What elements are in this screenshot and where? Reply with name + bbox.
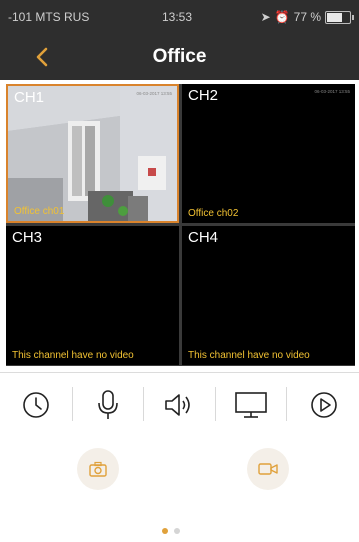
status-bar: -101 MTS RUS 13:53 ➤ ⏰ 77 % xyxy=(0,0,359,34)
channel-tile-ch1[interactable]: 06-03-2017 13:55 CH1 Office ch01 xyxy=(6,84,179,223)
camera-feed-image xyxy=(8,86,177,221)
toolbar-divider xyxy=(72,387,73,421)
top-bar: -101 MTS RUS 13:53 ➤ ⏰ 77 % Office xyxy=(0,0,359,80)
timestamp-overlay: 06-03-2017 13:55 xyxy=(314,89,350,94)
video-camera-icon xyxy=(258,463,278,475)
status-right: ➤ ⏰ 77 % xyxy=(260,10,354,24)
channel-label: CH1 xyxy=(14,89,45,106)
toolbar-divider xyxy=(215,387,216,421)
channel-tile-ch3[interactable]: CH3 This channel have no video xyxy=(6,226,179,365)
channel-tile-ch2[interactable]: 06-03-2017 13:55 CH2 Office ch02 xyxy=(182,84,355,223)
battery-percent: 77 % xyxy=(293,10,321,24)
timestamp-overlay: 06-03-2017 13:55 xyxy=(136,91,172,96)
channel-name: Office ch02 xyxy=(188,208,239,219)
location-icon: ➤ xyxy=(260,10,271,24)
channel-grid: 06-03-2017 13:55 CH1 Office ch01 06-03-2… xyxy=(6,84,355,366)
battery-icon xyxy=(325,10,354,24)
toolbar-divider xyxy=(286,387,287,421)
channel-label: CH3 xyxy=(12,229,43,246)
carrier-label: -101 MTS RUS xyxy=(8,10,90,24)
play-icon xyxy=(311,392,337,418)
clock-icon xyxy=(23,392,49,418)
channel-tile-ch4[interactable]: CH4 This channel have no video xyxy=(182,226,355,365)
control-toolbar xyxy=(0,372,359,437)
channel-label: CH4 xyxy=(188,229,219,246)
camera-icon xyxy=(89,461,107,477)
channel-name: Office ch01 xyxy=(14,206,65,217)
record-button[interactable] xyxy=(247,448,289,490)
alarm-icon: ⏰ xyxy=(274,10,290,24)
channel-name: This channel have no video xyxy=(12,350,134,361)
battery-fill xyxy=(327,12,342,22)
play-button[interactable] xyxy=(300,381,348,429)
audio-button[interactable] xyxy=(155,381,203,429)
status-time: 13:53 xyxy=(162,10,193,24)
display-button[interactable] xyxy=(227,381,275,429)
page-title: Office xyxy=(152,46,207,67)
channel-label: CH2 xyxy=(188,87,219,104)
channel-name: This channel have no video xyxy=(188,350,310,361)
page-dot[interactable] xyxy=(174,528,180,534)
microphone-icon xyxy=(98,390,118,419)
playback-button[interactable] xyxy=(12,381,60,429)
speaker-icon xyxy=(165,394,190,416)
navigation-bar: Office xyxy=(0,34,359,80)
monitor-icon xyxy=(235,392,267,418)
page-dot-active[interactable] xyxy=(162,528,168,534)
toolbar-divider xyxy=(143,387,144,421)
page-indicator xyxy=(162,528,180,534)
snapshot-button[interactable] xyxy=(77,448,119,490)
microphone-button[interactable] xyxy=(84,381,132,429)
